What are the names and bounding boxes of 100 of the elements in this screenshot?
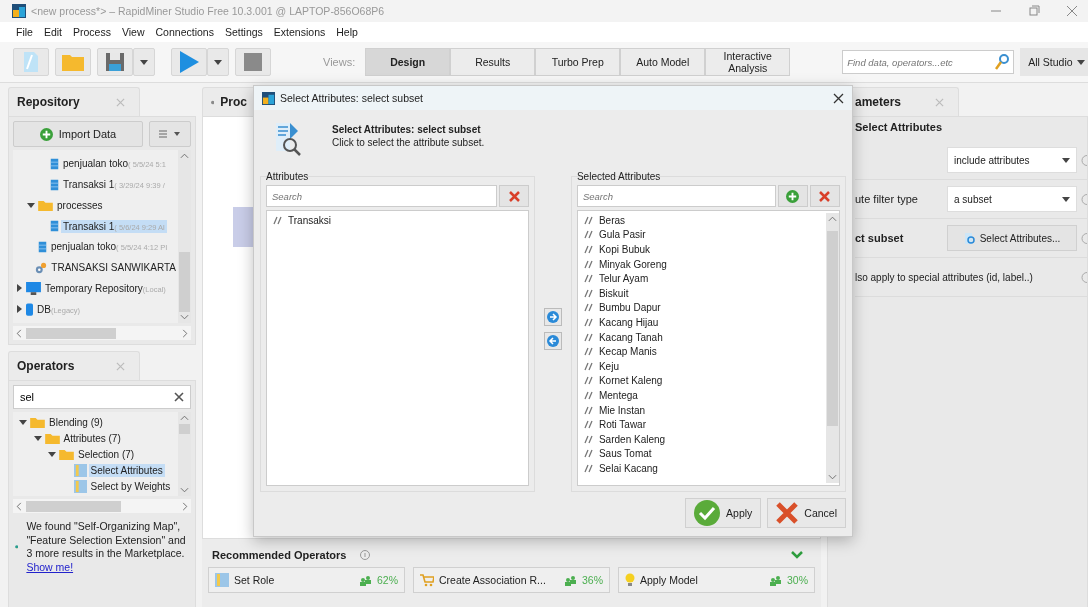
recommended-operator-button[interactable]: Create Association R... 36% xyxy=(413,567,610,593)
attribute-item[interactable]: Kornet Kaleng xyxy=(583,373,826,389)
scroll-thumb[interactable] xyxy=(179,424,190,434)
attribute-item[interactable]: Kopi Bubuk xyxy=(583,242,826,257)
tree-item[interactable]: Blending (9) xyxy=(47,415,105,429)
view-tab[interactable]: Results xyxy=(450,48,536,76)
info-icon[interactable] xyxy=(1081,154,1087,166)
run-dropdown-button[interactable] xyxy=(207,48,229,76)
menu-item[interactable]: Connections xyxy=(155,26,214,38)
scrollbar[interactable] xyxy=(13,326,191,340)
view-tab[interactable]: Auto Model xyxy=(620,48,706,76)
attribute-item[interactable]: Saus Tomat xyxy=(583,446,826,462)
scroll-thumb[interactable] xyxy=(26,327,116,339)
scroll-up-icon[interactable] xyxy=(180,153,189,159)
recommended-operator-button[interactable]: Apply Model 30% xyxy=(618,567,815,593)
view-tab[interactable]: Turbo Prep xyxy=(535,48,621,76)
scroll-right-icon[interactable] xyxy=(182,501,188,511)
stop-button[interactable] xyxy=(235,48,271,76)
scrollbar[interactable] xyxy=(826,213,839,483)
attribute-item[interactable]: Selai Kacang xyxy=(583,461,826,476)
scroll-down-icon[interactable] xyxy=(180,314,189,320)
operator-node[interactable] xyxy=(233,207,253,247)
attribute-item[interactable]: Minyak Goreng xyxy=(583,256,826,272)
menu-item[interactable]: View xyxy=(121,26,145,38)
collapse-arrow-icon[interactable] xyxy=(19,418,27,426)
operator-search-field[interactable]: sel xyxy=(13,385,191,409)
attribute-item[interactable]: Telur Ayam xyxy=(583,271,826,286)
menu-item[interactable]: Extensions xyxy=(273,26,326,38)
attribute-item[interactable]: Roti Tawar xyxy=(583,417,826,432)
open-button[interactable] xyxy=(55,48,91,76)
info-icon[interactable] xyxy=(1081,232,1087,244)
scroll-thumb[interactable] xyxy=(827,230,838,426)
view-tab[interactable]: Design xyxy=(365,48,451,76)
attribute-item[interactable]: Mentega xyxy=(583,388,826,403)
global-search-field[interactable]: Find data, operators...etc xyxy=(842,50,1015,74)
expand-arrow-icon[interactable] xyxy=(15,284,23,293)
collapse-arrow-icon[interactable] xyxy=(33,434,42,442)
scrollbar[interactable] xyxy=(178,150,191,323)
attribute-item[interactable]: Gula Pasir xyxy=(583,227,826,243)
menu-button[interactable] xyxy=(149,121,191,147)
tree-item[interactable]: processes xyxy=(55,198,105,212)
search-icon[interactable] xyxy=(995,54,1010,70)
scope-dropdown[interactable]: All Studio xyxy=(1020,48,1088,76)
scroll-up-icon[interactable] xyxy=(828,216,837,222)
scrollbar[interactable] xyxy=(178,412,191,496)
save-button[interactable] xyxy=(97,48,133,76)
menu-item[interactable]: File xyxy=(16,26,33,38)
scroll-left-icon[interactable] xyxy=(16,501,22,511)
restore-icon[interactable] xyxy=(1028,5,1040,17)
menu-item[interactable]: Process xyxy=(73,26,111,38)
tree-item[interactable]: Attributes (7) xyxy=(61,431,123,445)
move-right-button[interactable] xyxy=(544,308,562,326)
collapse-arrow-icon[interactable] xyxy=(48,450,56,458)
scrollbar[interactable] xyxy=(13,499,191,513)
attribute-item[interactable]: Keju xyxy=(583,358,826,374)
attribute-item[interactable]: Kecap Manis xyxy=(583,344,826,359)
collapse-arrow-icon[interactable] xyxy=(27,201,35,210)
import-data-button[interactable]: Import Data xyxy=(13,121,143,147)
clear-button[interactable] xyxy=(810,185,840,207)
chevron-down-icon[interactable] xyxy=(791,551,803,559)
save-dropdown-button[interactable] xyxy=(133,48,155,76)
move-left-button[interactable] xyxy=(544,332,562,350)
scroll-left-icon[interactable] xyxy=(16,328,22,338)
parameter-dropdown[interactable]: include attributes xyxy=(947,147,1077,173)
info-icon[interactable] xyxy=(1081,271,1087,283)
attribute-item[interactable]: Kacang Tanah xyxy=(583,329,826,345)
view-tab[interactable]: Interactive Analysis xyxy=(705,48,791,76)
clear-button[interactable] xyxy=(499,185,530,207)
info-icon[interactable] xyxy=(360,550,371,560)
menu-item[interactable]: Edit xyxy=(43,26,62,38)
recommended-operator-button[interactable]: Set Role 62% xyxy=(208,567,405,593)
menu-item[interactable]: Settings xyxy=(224,26,263,38)
scroll-thumb[interactable] xyxy=(26,500,121,512)
search-field[interactable]: Search xyxy=(266,185,498,207)
attribute-item[interactable]: Mie Instan xyxy=(583,402,826,418)
attribute-item[interactable]: Biskuit xyxy=(583,285,826,301)
tree-item[interactable]: Select by Weights xyxy=(88,479,173,493)
scroll-down-icon[interactable] xyxy=(180,487,189,493)
scroll-right-icon[interactable] xyxy=(182,328,188,338)
expand-arrow-icon[interactable] xyxy=(15,305,23,314)
scroll-thumb[interactable] xyxy=(179,251,190,312)
scroll-down-icon[interactable] xyxy=(828,474,837,480)
scroll-up-icon[interactable] xyxy=(180,415,189,421)
cancel-button[interactable]: Cancel xyxy=(767,498,846,528)
attribute-item[interactable]: Transaksi xyxy=(273,213,523,228)
tree-item[interactable]: Selection (7) xyxy=(76,447,137,461)
select-attributes-button[interactable]: Select Attributes... xyxy=(947,225,1077,251)
search-field[interactable]: Search xyxy=(576,185,776,207)
attribute-item[interactable]: Kacang Hijau xyxy=(583,315,826,330)
apply-button[interactable]: Apply xyxy=(685,498,762,528)
attribute-item[interactable]: Bumbu Dapur xyxy=(583,300,826,316)
new-process-button[interactable] xyxy=(13,48,49,76)
show-me-link[interactable]: Show me! xyxy=(26,560,74,573)
tree-item[interactable]: Select Attributes xyxy=(88,463,165,477)
parameter-dropdown[interactable]: a subset xyxy=(947,186,1077,212)
attribute-item[interactable]: Beras xyxy=(583,213,826,228)
info-icon[interactable] xyxy=(1081,193,1087,205)
tree-item[interactable]: TRANSAKSI SANWIKARTA xyxy=(49,261,178,275)
panel-tab[interactable]: Operators xyxy=(8,351,140,380)
attribute-item[interactable]: Sarden Kaleng xyxy=(583,431,826,447)
